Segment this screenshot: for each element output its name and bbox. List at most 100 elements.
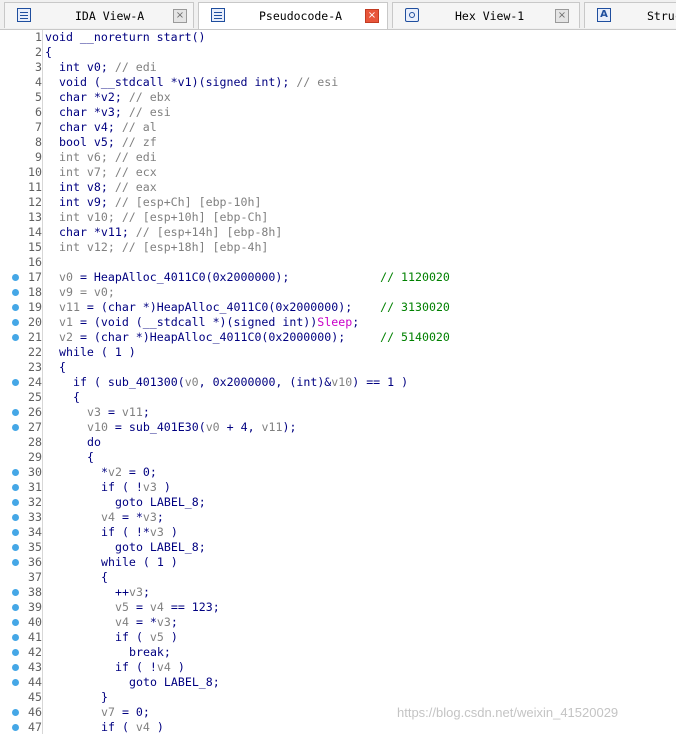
breakpoint-dot-icon[interactable]: [12, 334, 19, 341]
code-line[interactable]: 10 int v7; // ecx: [0, 165, 676, 180]
breakpoint-dot-icon[interactable]: [12, 499, 19, 506]
code-line[interactable]: 36 while ( 1 ): [0, 555, 676, 570]
pseudocode-view[interactable]: 1 void __noreturn start() 2{3 int v0; // ed…: [0, 30, 676, 734]
code-line[interactable]: 2{: [0, 45, 676, 60]
code-line[interactable]: 39 v5 = v4 == 123;: [0, 600, 676, 615]
breakpoint-dot-icon[interactable]: [12, 589, 19, 596]
code-line[interactable]: 17 v0 = HeapAlloc_4011C0(0x2000000); // 1…: [0, 270, 676, 285]
code-line[interactable]: 15 int v12; // [esp+18h] [ebp-4h]: [0, 240, 676, 255]
code-line[interactable]: 42 break;: [0, 645, 676, 660]
code-line[interactable]: 40 v4 = *v3;: [0, 615, 676, 630]
breakpoint-dot-icon[interactable]: [12, 604, 19, 611]
code-token: = 0;: [121, 465, 157, 479]
breakpoint-dot-icon[interactable]: [12, 709, 19, 716]
code-token: ;: [156, 510, 164, 524]
code-text: if ( !v3 ): [101, 480, 171, 495]
line-number: 20: [28, 315, 42, 329]
tab-bar: IDA View-A × Pseudocode-A × Hex View-1 ×…: [0, 0, 676, 30]
code-line[interactable]: 3 int v0; // edi: [0, 60, 676, 75]
code-token: ;: [170, 615, 178, 629]
code-line[interactable]: 14 char *v11; // [esp+14h] [ebp-8h]: [0, 225, 676, 240]
breakpoint-dot-icon[interactable]: [12, 274, 19, 281]
code-text: char v4; // al: [59, 120, 157, 135]
code-text: int v12; // [esp+18h] [ebp-4h]: [59, 240, 268, 255]
code-token: v11: [121, 405, 143, 419]
breakpoint-dot-icon[interactable]: [12, 379, 19, 386]
code-line[interactable]: 22 while ( 1 ): [0, 345, 676, 360]
code-line[interactable]: 34 if ( !*v3 ): [0, 525, 676, 540]
code-line[interactable]: 47 if ( v4 ): [0, 720, 676, 734]
code-token: // 1120020: [380, 270, 450, 284]
tab-pseudocode-a[interactable]: Pseudocode-A ×: [198, 2, 388, 29]
code-text: char *v3; // esi: [59, 105, 171, 120]
code-line[interactable]: 8 bool v5; // zf: [0, 135, 676, 150]
code-line[interactable]: 27 v10 = sub_401E30(v0 + 4, v11);: [0, 420, 676, 435]
breakpoint-dot-icon[interactable]: [12, 514, 19, 521]
code-line[interactable]: 23 {: [0, 360, 676, 375]
breakpoint-dot-icon[interactable]: [12, 289, 19, 296]
breakpoint-dot-icon[interactable]: [12, 319, 19, 326]
code-text: v4 = *v3;: [115, 615, 178, 630]
breakpoint-dot-icon[interactable]: [12, 304, 19, 311]
code-text: goto LABEL_8;: [115, 540, 206, 555]
breakpoint-dot-icon[interactable]: [12, 664, 19, 671]
line-number: 41: [28, 630, 42, 644]
tab-ida-view-a[interactable]: IDA View-A ×: [4, 2, 194, 28]
code-line[interactable]: 32 goto LABEL_8;: [0, 495, 676, 510]
code-line[interactable]: 35 goto LABEL_8;: [0, 540, 676, 555]
close-icon[interactable]: ×: [365, 9, 379, 23]
code-text: int v8; // eax: [59, 180, 157, 195]
close-icon[interactable]: ×: [555, 9, 569, 23]
line-number: 26: [28, 405, 42, 419]
breakpoint-dot-icon[interactable]: [12, 679, 19, 686]
breakpoint-dot-icon[interactable]: [12, 469, 19, 476]
code-line[interactable]: 26 v3 = v11;: [0, 405, 676, 420]
breakpoint-dot-icon[interactable]: [12, 409, 19, 416]
close-icon[interactable]: ×: [173, 9, 187, 23]
code-token: int v10; // [esp+10h] [ebp-Ch]: [59, 210, 269, 224]
breakpoint-dot-icon[interactable]: [12, 649, 19, 656]
breakpoint-dot-icon[interactable]: [12, 559, 19, 566]
code-line[interactable]: 21 v2 = (char *)HeapAlloc_4011C0(0x200000…: [0, 330, 676, 345]
code-line[interactable]: 30 *v2 = 0;: [0, 465, 676, 480]
code-line[interactable]: 37 {: [0, 570, 676, 585]
code-line[interactable]: 29 {: [0, 450, 676, 465]
line-number: 15: [28, 240, 42, 254]
code-line[interactable]: 13 int v10; // [esp+10h] [ebp-Ch]: [0, 210, 676, 225]
breakpoint-dot-icon[interactable]: [12, 484, 19, 491]
breakpoint-dot-icon[interactable]: [12, 619, 19, 626]
code-line[interactable]: 5 char *v2; // ebx: [0, 90, 676, 105]
code-token: goto LABEL_8;: [115, 540, 206, 554]
breakpoint-dot-icon[interactable]: [12, 544, 19, 551]
code-line[interactable]: 9 int v6; // edi: [0, 150, 676, 165]
code-token: = (char *)HeapAlloc_4011C0(0x2000000);: [72, 330, 381, 344]
breakpoint-dot-icon[interactable]: [12, 634, 19, 641]
code-line[interactable]: 16: [0, 255, 676, 270]
code-line[interactable]: 1 void __noreturn start(): [0, 30, 676, 45]
breakpoint-dot-icon[interactable]: [12, 424, 19, 431]
code-line[interactable]: 44 goto LABEL_8;: [0, 675, 676, 690]
code-line[interactable]: 24 if ( sub_401300(v0, 0x2000000, (int)&v…: [0, 375, 676, 390]
breakpoint-dot-icon[interactable]: [12, 724, 19, 731]
breakpoint-dot-icon[interactable]: [12, 529, 19, 536]
code-line[interactable]: 12 int v9; // [esp+Ch] [ebp-10h]: [0, 195, 676, 210]
code-line[interactable]: 4 void (__stdcall *v1)(signed int); // es…: [0, 75, 676, 90]
code-line[interactable]: 20 v1 = (void (__stdcall *)(signed int))S…: [0, 315, 676, 330]
code-line[interactable]: 28 do: [0, 435, 676, 450]
code-line[interactable]: 7 char v4; // al: [0, 120, 676, 135]
code-line[interactable]: 43 if ( !v4 ): [0, 660, 676, 675]
code-line[interactable]: 6 char *v3; // esi: [0, 105, 676, 120]
code-line[interactable]: 31 if ( !v3 ): [0, 480, 676, 495]
code-line[interactable]: 18 v9 = v0;: [0, 285, 676, 300]
code-line[interactable]: 11 int v8; // eax: [0, 180, 676, 195]
code-line[interactable]: 41 if ( v5 ): [0, 630, 676, 645]
code-line[interactable]: 33 v4 = *v3;: [0, 510, 676, 525]
tab-hex-view-1[interactable]: Hex View-1 ×: [392, 2, 580, 28]
code-line[interactable]: 25 {: [0, 390, 676, 405]
code-line[interactable]: 38 ++v3;: [0, 585, 676, 600]
line-number: 24: [28, 375, 42, 389]
code-line[interactable]: 45}: [0, 690, 676, 705]
code-line[interactable]: 19 v11 = (char *)HeapAlloc_4011C0(0x20000…: [0, 300, 676, 315]
tab-structures[interactable]: A Struc: [584, 2, 676, 28]
code-text: }: [101, 690, 108, 705]
